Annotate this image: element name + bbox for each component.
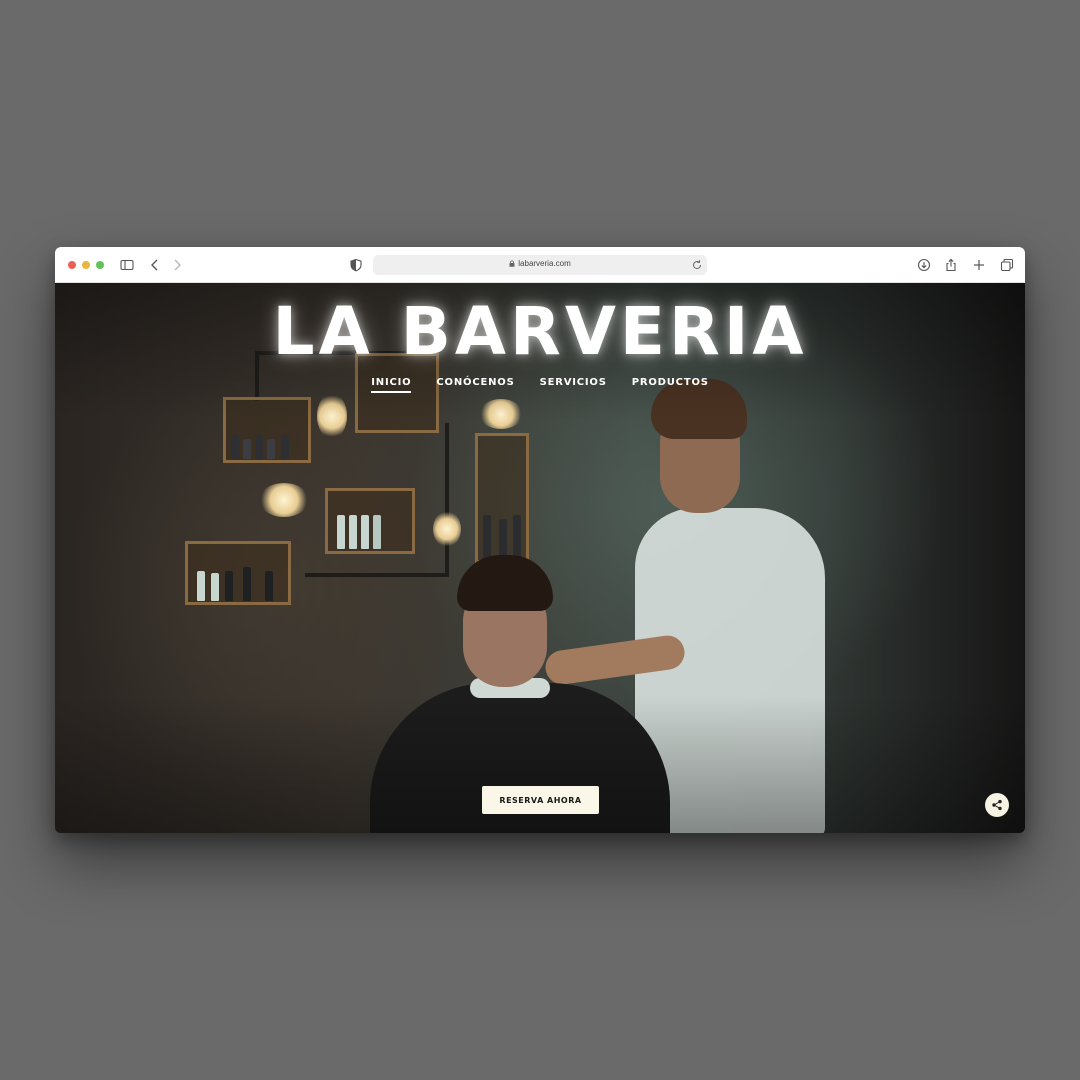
reserve-now-button[interactable]: RESERVA AHORA xyxy=(482,786,599,814)
zoom-window-button[interactable] xyxy=(96,261,104,269)
chevron-right-icon[interactable] xyxy=(169,257,185,273)
close-window-button[interactable] xyxy=(68,261,76,269)
url-text: labarveria.com xyxy=(518,259,571,268)
shield-icon[interactable] xyxy=(348,257,364,273)
address-bar[interactable]: labarveria.com xyxy=(373,255,707,275)
minimize-window-button[interactable] xyxy=(82,261,90,269)
chevron-left-icon[interactable] xyxy=(147,257,163,273)
share-button[interactable] xyxy=(985,793,1009,817)
site-logo[interactable]: LA BARVERIA xyxy=(55,293,1025,370)
share-icon xyxy=(992,799,1002,811)
lock-icon xyxy=(509,260,515,267)
main-nav: INICIO CONÓCENOS SERVICIOS PRODUCTOS xyxy=(55,377,1025,393)
nav-item-conocenos[interactable]: CONÓCENOS xyxy=(436,377,514,393)
browser-toolbar: labarveria.com xyxy=(55,247,1025,283)
url-display: labarveria.com xyxy=(373,259,707,268)
reload-icon[interactable] xyxy=(691,259,703,271)
sidebar-icon[interactable] xyxy=(119,257,135,273)
share-icon[interactable] xyxy=(943,257,959,273)
nav-item-productos[interactable]: PRODUCTOS xyxy=(632,377,709,393)
hero-section: LA BARVERIA INICIO CONÓCENOS SERVICIOS P… xyxy=(55,283,1025,833)
tabs-overview-icon[interactable] xyxy=(999,257,1015,273)
browser-window: labarveria.com LA BARVERIA INICIO CONÓCE… xyxy=(55,247,1025,833)
plus-icon[interactable] xyxy=(971,257,987,273)
download-icon[interactable] xyxy=(916,257,932,273)
nav-item-inicio[interactable]: INICIO xyxy=(371,377,412,393)
nav-item-servicios[interactable]: SERVICIOS xyxy=(540,377,607,393)
